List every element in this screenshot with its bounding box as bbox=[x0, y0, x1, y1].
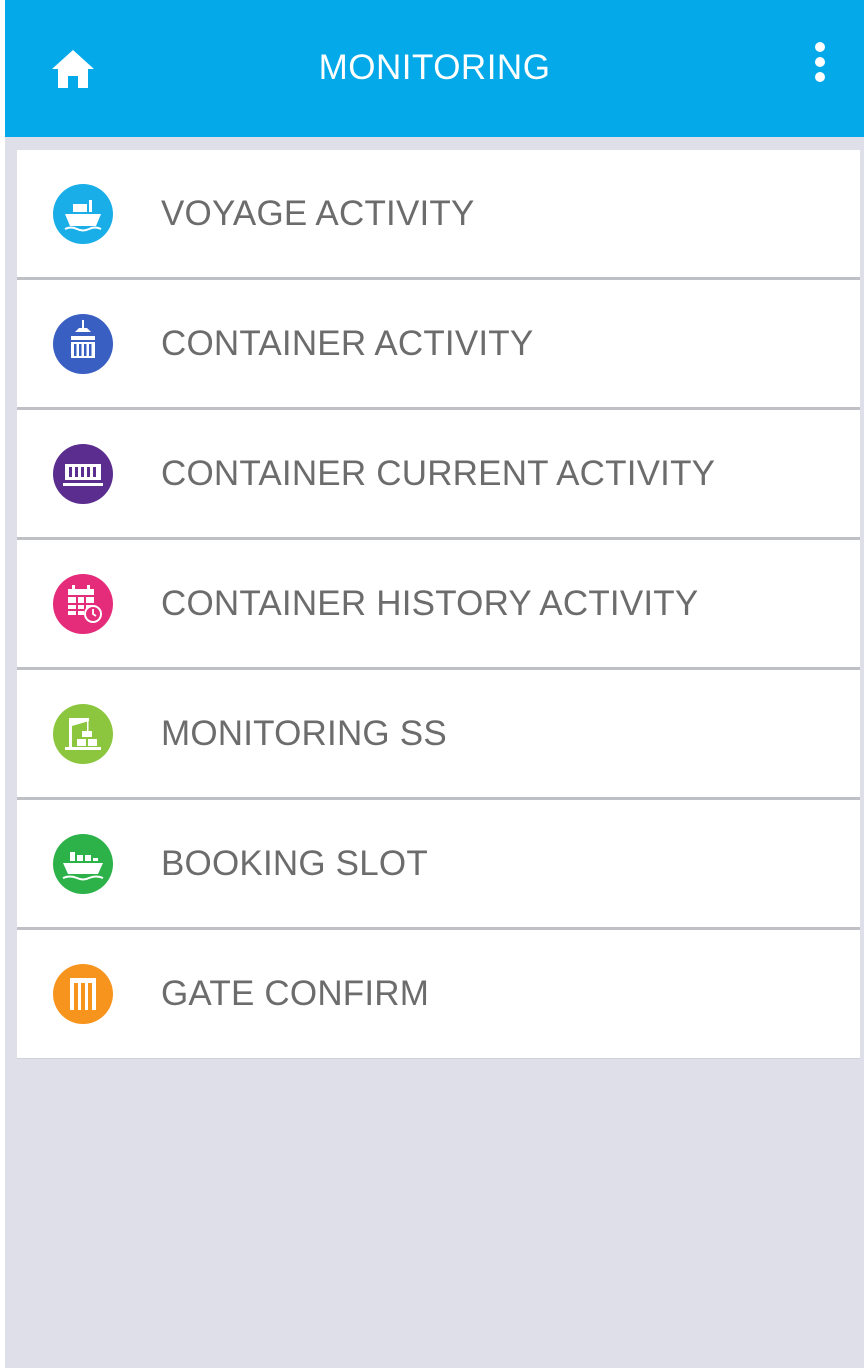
menu-item-container-history-activity[interactable]: CONTAINER HISTORY ACTIVITY bbox=[17, 540, 860, 670]
calendar-clock-icon bbox=[53, 574, 113, 634]
menu-item-label: BOOKING SLOT bbox=[161, 844, 428, 883]
menu-item-monitoring-ss[interactable]: MONITORING SS bbox=[17, 670, 860, 800]
app-bar: MONITORING bbox=[5, 0, 864, 137]
menu-item-voyage-activity[interactable]: VOYAGE ACTIVITY bbox=[17, 150, 860, 280]
gate-icon bbox=[53, 964, 113, 1024]
menu-item-gate-confirm[interactable]: GATE CONFIRM bbox=[17, 930, 860, 1059]
container-crane-icon bbox=[53, 314, 113, 374]
menu-item-booking-slot[interactable]: BOOKING SLOT bbox=[17, 800, 860, 930]
menu-list: VOYAGE ACTIVITY CONTAINER ACTIVITY CONTA… bbox=[17, 150, 860, 1059]
menu-item-container-current-activity[interactable]: CONTAINER CURRENT ACTIVITY bbox=[17, 410, 860, 540]
menu-item-label: MONITORING SS bbox=[161, 714, 447, 753]
menu-item-label: VOYAGE ACTIVITY bbox=[161, 194, 475, 233]
container-icon bbox=[53, 444, 113, 504]
ship-icon bbox=[53, 184, 113, 244]
more-vert-icon[interactable] bbox=[805, 40, 835, 88]
page-title: MONITORING bbox=[318, 48, 551, 87]
menu-item-label: CONTAINER CURRENT ACTIVITY bbox=[161, 454, 716, 493]
menu-item-label: CONTAINER ACTIVITY bbox=[161, 324, 534, 363]
menu-item-label: GATE CONFIRM bbox=[161, 974, 430, 1013]
menu-item-label: CONTAINER HISTORY ACTIVITY bbox=[161, 584, 699, 623]
crane-icon bbox=[53, 704, 113, 764]
menu-item-container-activity[interactable]: CONTAINER ACTIVITY bbox=[17, 280, 860, 410]
cargo-ship-icon bbox=[53, 834, 113, 894]
app-screen: MONITORING VOYAGE ACTIVITY CONTAINER ACT… bbox=[5, 0, 864, 1368]
